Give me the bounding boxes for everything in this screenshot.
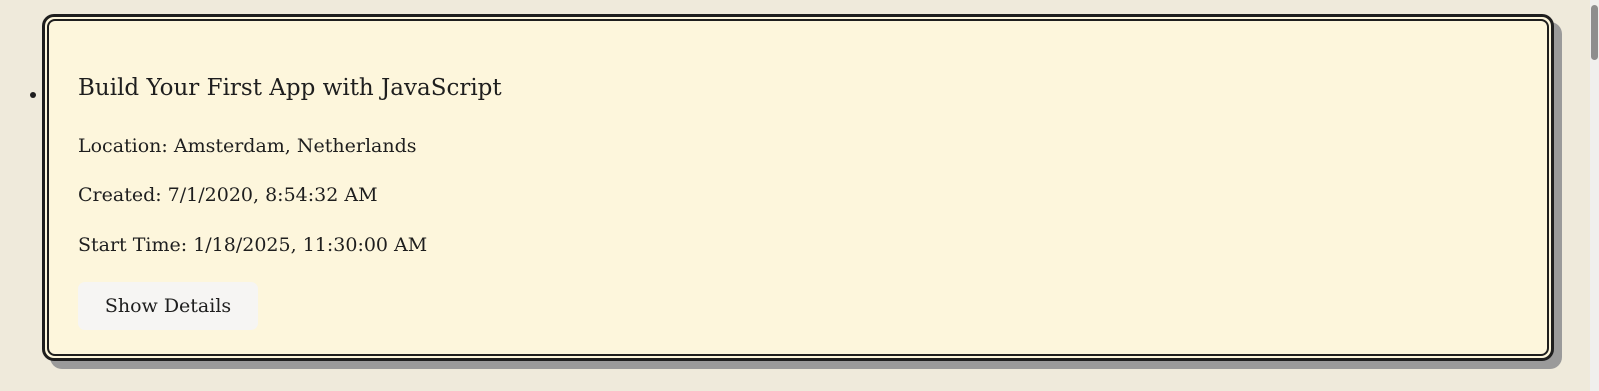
event-start-time: Start Time: 1/18/2025, 11:30:00 AM bbox=[78, 234, 428, 256]
list-bullet bbox=[30, 92, 36, 98]
vertical-scrollbar[interactable] bbox=[1590, 0, 1599, 391]
event-created: Created: 7/1/2020, 8:54:32 AM bbox=[78, 184, 378, 206]
event-title: Build Your First App with JavaScript bbox=[78, 75, 502, 101]
show-details-button[interactable]: Show Details bbox=[78, 282, 258, 330]
event-location: Location: Amsterdam, Netherlands bbox=[78, 135, 417, 157]
scrollbar-thumb[interactable] bbox=[1591, 5, 1598, 60]
event-card: Build Your First App with JavaScript Loc… bbox=[42, 14, 1554, 361]
